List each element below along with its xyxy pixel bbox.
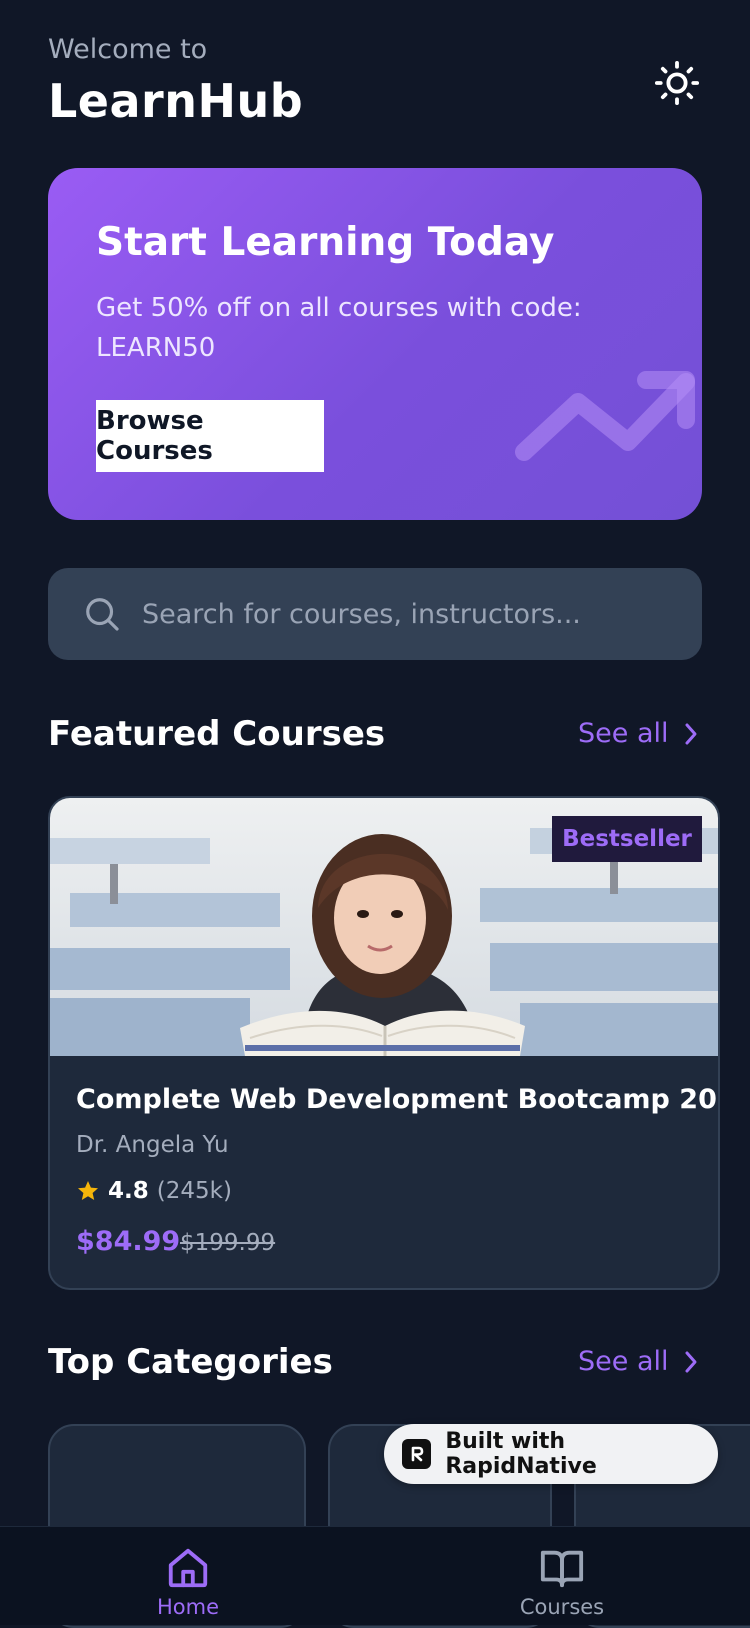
see-all-label: See all [578,718,669,749]
featured-courses-title: Featured Courses [48,714,386,754]
star-icon [78,1181,98,1200]
browse-courses-button[interactable]: Browse Courses [96,400,324,472]
course-instructor: Dr. Angela Yu [76,1132,229,1158]
course-rating: 4.8 (245k) [76,1178,232,1204]
app-title: LearnHub [48,74,304,128]
chevron-right-icon [685,723,696,744]
promo-title: Start Learning Today [96,220,555,265]
bestseller-badge: Bestseller [552,816,702,862]
categories-see-all-link[interactable]: See all [578,1346,699,1377]
search-icon [82,594,122,634]
rating-count: (245k) [156,1178,232,1204]
course-thumbnail: Bestseller [50,798,718,1056]
nav-label-courses: Courses [519,1595,605,1619]
trending-up-icon [515,371,695,461]
bottom-navigation: Home Courses [0,1526,750,1625]
nav-label-home: Home [156,1595,219,1619]
course-card[interactable]: Bestseller Complete Web Development Boot… [48,796,720,1290]
nav-item-courses[interactable]: Courses [462,1527,662,1625]
theme-toggle-button[interactable] [652,58,702,108]
rapidnative-logo-icon [402,1439,432,1469]
top-categories-title: Top Categories [48,1342,333,1382]
course-original-price: $199.99 [180,1230,276,1256]
rating-score: 4.8 [108,1178,149,1204]
book-open-icon [540,1550,584,1588]
promo-description: Get 50% off on all courses with code: LE… [96,293,582,363]
nav-item-home[interactable]: Home [88,1527,288,1625]
chevron-right-icon [685,1351,696,1372]
see-all-label: See all [578,1346,669,1377]
sun-icon [654,60,700,106]
search-input[interactable] [140,597,702,631]
course-title: Complete Web Development Bootcamp 2024 [76,1084,720,1115]
featured-see-all-link[interactable]: See all [578,718,699,749]
built-with-label: Built with RapidNative [445,1429,597,1479]
welcome-text: Welcome to [48,34,208,65]
search-bar[interactable] [48,568,702,660]
course-price: $84.99 [76,1226,181,1257]
promo-banner: Start Learning Today Get 50% off on all … [48,168,702,520]
built-with-rapidnative-badge[interactable]: Built with RapidNative [384,1424,718,1484]
home-icon [168,1548,208,1588]
